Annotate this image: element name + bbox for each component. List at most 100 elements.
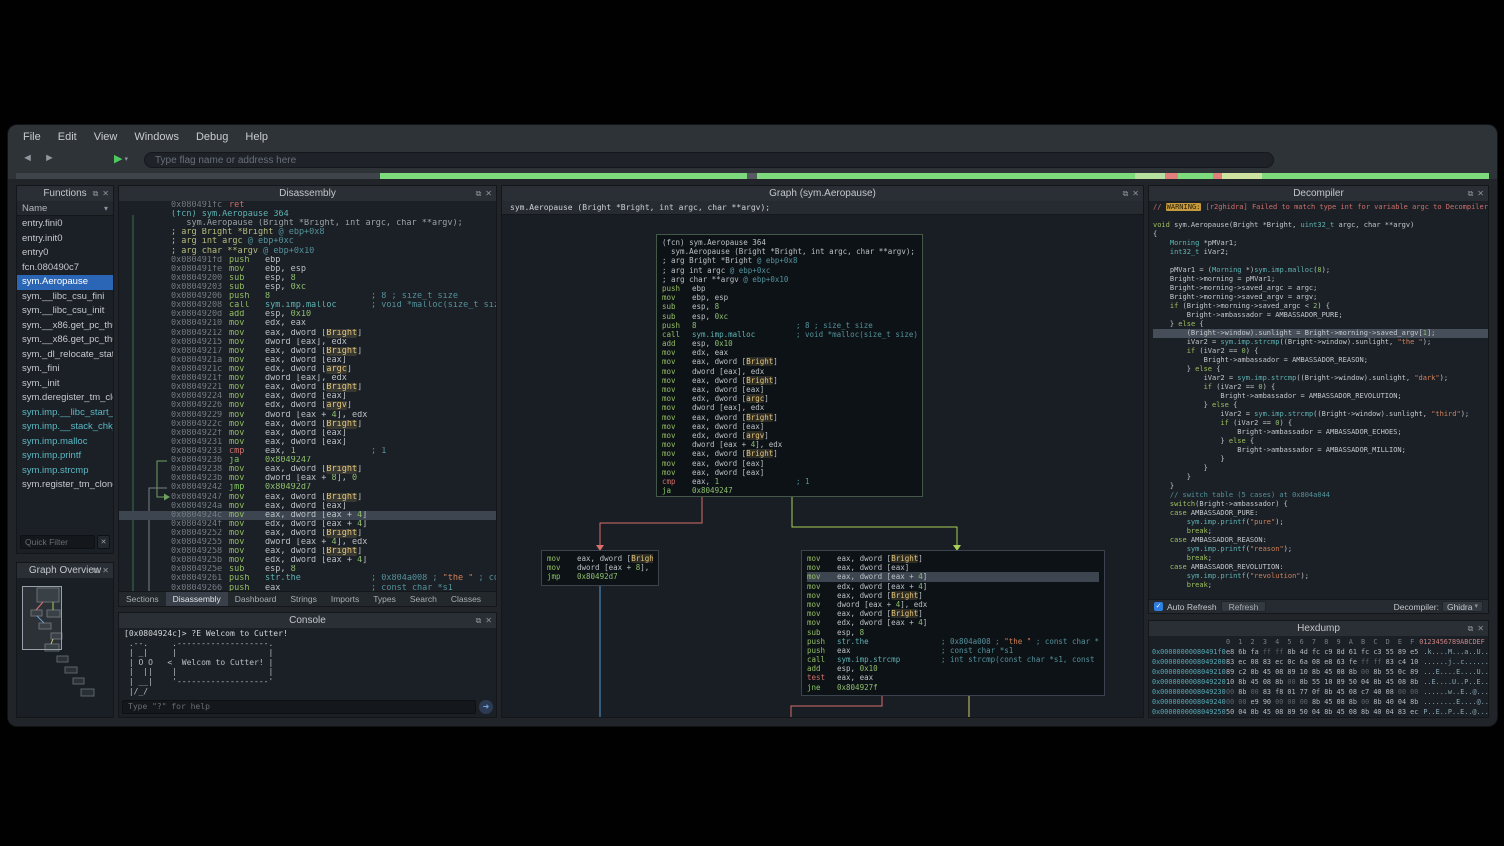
disasm-line[interactable]: 0x08049233cmpeax, 1; 1 — [119, 447, 496, 456]
disasm-line[interactable]: movedx, dword [argc] — [662, 394, 917, 403]
disasm-line[interactable]: ; arg char **argv @ ebp+0x10 — [662, 275, 917, 284]
decompiler-line[interactable]: Bright->ambassador = AMBASSADOR_REASON; — [1153, 356, 1488, 365]
decompiler-line[interactable]: if (iVar2 == 0) { — [1153, 419, 1488, 428]
hexdump-row[interactable]: 0x00000000080491f0e8 6b fa ff ff 8b 4d f… — [1152, 647, 1488, 657]
disasm-line[interactable]: testeax, eax — [807, 673, 1099, 682]
disasm-line[interactable]: 0x08049266pusheax; const char *s1 — [119, 584, 496, 591]
disasm-line[interactable]: 0x08049221moveax, dword [Bright] — [119, 383, 496, 392]
close-icon[interactable]: ✕ — [1477, 624, 1484, 633]
disasm-line[interactable]: 0x0804924cmoveax, dword [eax + 4] — [119, 511, 496, 520]
disasm-line[interactable]: 0x0804925bmovedx, dword [eax + 4] — [119, 556, 496, 565]
console-input[interactable] — [122, 700, 476, 714]
undock-icon[interactable]: ⧉ — [476, 616, 482, 626]
decompiler-line[interactable]: sym.imp.printf("reason"); — [1153, 545, 1488, 554]
disasm-line[interactable]: 0x08049261pushstr.the; 0x804a008 ; "the … — [119, 574, 496, 583]
close-icon[interactable]: ✕ — [1132, 189, 1139, 198]
hexdump-row[interactable]: 0x000000000804923000 8b 00 83 f8 01 77 0… — [1152, 687, 1488, 697]
decompiler-line[interactable]: if (iVar2 == 0) { — [1153, 383, 1488, 392]
disasm-line[interactable]: movedx, eax — [662, 348, 917, 357]
decompiler-line[interactable]: int32_t iVar2; — [1153, 248, 1488, 257]
disasm-line[interactable]: 0x0804924amoveax, dword [eax] — [119, 502, 496, 511]
auto-refresh-checkbox[interactable]: ✓ — [1154, 602, 1163, 611]
tab-search[interactable]: Search — [403, 592, 444, 606]
disasm-line[interactable]: 0x08049206push8; 8 ; size_t size — [119, 292, 496, 301]
disasm-line[interactable]: jne0x804927f — [807, 683, 1099, 692]
disasm-line[interactable]: (fcn) sym.Aeropause 364 — [662, 238, 917, 247]
tab-types[interactable]: Types — [366, 592, 403, 606]
decompiler-line[interactable]: } else { — [1153, 437, 1488, 446]
hexdump-row[interactable]: 0x000000000804920083 ec 08 83 ec 0c 6a 0… — [1152, 657, 1488, 667]
tab-classes[interactable]: Classes — [444, 592, 488, 606]
graph-canvas[interactable]: (fcn) sym.Aeropause 364 sym.Aeropause (B… — [502, 215, 1143, 717]
hexdump-row[interactable]: 0x000000000804921089 c2 8b 45 08 89 10 8… — [1152, 667, 1488, 677]
back-icon[interactable]: ◄ — [22, 152, 33, 164]
clear-filter-icon[interactable]: ✕ — [97, 535, 110, 549]
disasm-line[interactable]: sym.Aeropause (Bright *Bright, int argc,… — [662, 247, 917, 256]
disasm-line[interactable]: ; arg int argc @ ebp+0xc — [662, 266, 917, 275]
disasm-line[interactable]: 0x080491femovebp, esp — [119, 265, 496, 274]
decompiler-line[interactable]: case AMBASSADOR_PURE: — [1153, 509, 1488, 518]
disasm-line[interactable]: callsym.imp.strcmp; int strcmp(const cha… — [807, 655, 1099, 664]
address-search-input[interactable] — [144, 152, 1274, 168]
tab-imports[interactable]: Imports — [324, 592, 366, 606]
function-item[interactable]: sym.__libc_csu_init — [17, 304, 113, 319]
undock-icon[interactable]: ⧉ — [93, 566, 99, 576]
decompiler-line[interactable]: break; — [1153, 554, 1488, 563]
decompiler-line[interactable]: if (Bright->morning->saved_argc < 2) { — [1153, 302, 1488, 311]
close-icon[interactable]: ✕ — [1477, 189, 1484, 198]
disasm-line[interactable]: moveax, dword [Bright] — [547, 554, 653, 563]
decompiler-line[interactable]: case AMBASSADOR_REVOLUTION: — [1153, 563, 1488, 572]
disasm-line[interactable]: 0x0804921amoveax, dword [eax] — [119, 356, 496, 365]
disasm-line[interactable]: pusheax; const char *s1 — [807, 646, 1099, 655]
disasm-line[interactable]: addesp, 0x10 — [662, 339, 917, 348]
disasm-line[interactable]: movedx, dword [argv] — [662, 431, 917, 440]
close-icon[interactable]: ✕ — [102, 189, 109, 198]
function-item[interactable]: entry.init0 — [17, 232, 113, 247]
disasm-line[interactable]: 0x08049258moveax, dword [Bright] — [119, 547, 496, 556]
minimap-viewport[interactable] — [22, 586, 62, 650]
menu-help[interactable]: Help — [245, 131, 268, 143]
function-item[interactable]: sym._dl_relocate_static_pie — [17, 348, 113, 363]
decompiler-line[interactable]: } — [1153, 464, 1488, 473]
disasm-line[interactable]: 0x080491fdpushebp — [119, 256, 496, 265]
decompiler-line[interactable]: iVar2 = sym.imp.strcmp((Bright->window).… — [1153, 338, 1488, 347]
decompiler-line[interactable]: Bright->ambassador = AMBASSADOR_PURE; — [1153, 311, 1488, 320]
disasm-line[interactable]: subesp, 8 — [807, 628, 1099, 637]
decompiler-line[interactable]: } — [1153, 455, 1488, 464]
disasm-line[interactable]: 0x08049252moveax, dword [Bright] — [119, 529, 496, 538]
decompiler-line[interactable]: } else { — [1153, 401, 1488, 410]
function-item[interactable]: sym.register_tm_clones — [17, 478, 113, 493]
decompiler-line[interactable]: Bright->ambassador = AMBASSADOR_REVOLUTI… — [1153, 392, 1488, 401]
decompiler-line[interactable]: (Bright->window).sunlight = Bright->morn… — [1153, 329, 1488, 338]
decompiler-line[interactable]: } else { — [1153, 365, 1488, 374]
disasm-line[interactable]: callsym.imp.malloc; void *malloc(size_t … — [662, 330, 917, 339]
graph-node-entry[interactable]: (fcn) sym.Aeropause 364 sym.Aeropause (B… — [656, 234, 923, 497]
function-item[interactable]: sym.imp.__libc_start_main — [17, 406, 113, 421]
disasm-line[interactable]: addesp, 0x10 — [807, 664, 1099, 673]
close-icon[interactable]: ✕ — [485, 616, 492, 625]
menu-debug[interactable]: Debug — [196, 131, 228, 143]
disasm-line[interactable]: moveax, dword [Bright] — [807, 609, 1099, 618]
decompiler-line[interactable]: } else { — [1153, 320, 1488, 329]
disasm-line[interactable]: 0x08049203subesp, 0xc — [119, 283, 496, 292]
function-item[interactable]: sym.imp.strcmp — [17, 464, 113, 479]
disasm-line[interactable]: ; arg Bright *Bright @ ebp+0x8 — [662, 256, 917, 265]
close-icon[interactable]: ✕ — [102, 566, 109, 575]
disasm-line[interactable]: pushstr.the; 0x804a008 ; "the " ; const … — [807, 637, 1099, 646]
undock-icon[interactable]: ⧉ — [1123, 189, 1129, 199]
disasm-line[interactable]: sym.Aeropause (Bright *Bright, int argc,… — [119, 219, 496, 228]
disasm-line[interactable]: 0x08049212moveax, dword [Bright] — [119, 329, 496, 338]
hexdump-row[interactable]: 0x000000000804922010 8b 45 08 8b 00 8b 5… — [1152, 677, 1488, 687]
disasm-line[interactable]: 0x080491fcret — [119, 201, 496, 210]
disasm-line[interactable]: subesp, 0xc — [662, 312, 917, 321]
disasm-line[interactable]: subesp, 8 — [662, 302, 917, 311]
disasm-line[interactable]: moveax, dword [Bright] — [662, 449, 917, 458]
decompiler-line[interactable]: void sym.Aeropause(Bright *Bright, uint3… — [1153, 221, 1488, 230]
disasm-line[interactable]: movdword [eax + 4], edx — [807, 600, 1099, 609]
decompiler-line[interactable]: } — [1153, 482, 1488, 491]
tab-disassembly[interactable]: Disassembly — [166, 592, 228, 606]
disasm-line[interactable]: 0x08049224moveax, dword [eax] — [119, 392, 496, 401]
disasm-line[interactable]: 0x0804921fmovdword [eax], edx — [119, 374, 496, 383]
disasm-line[interactable]: movedx, dword [eax + 4] — [807, 582, 1099, 591]
function-item[interactable]: sym.imp.__stack_chk_fail — [17, 420, 113, 435]
